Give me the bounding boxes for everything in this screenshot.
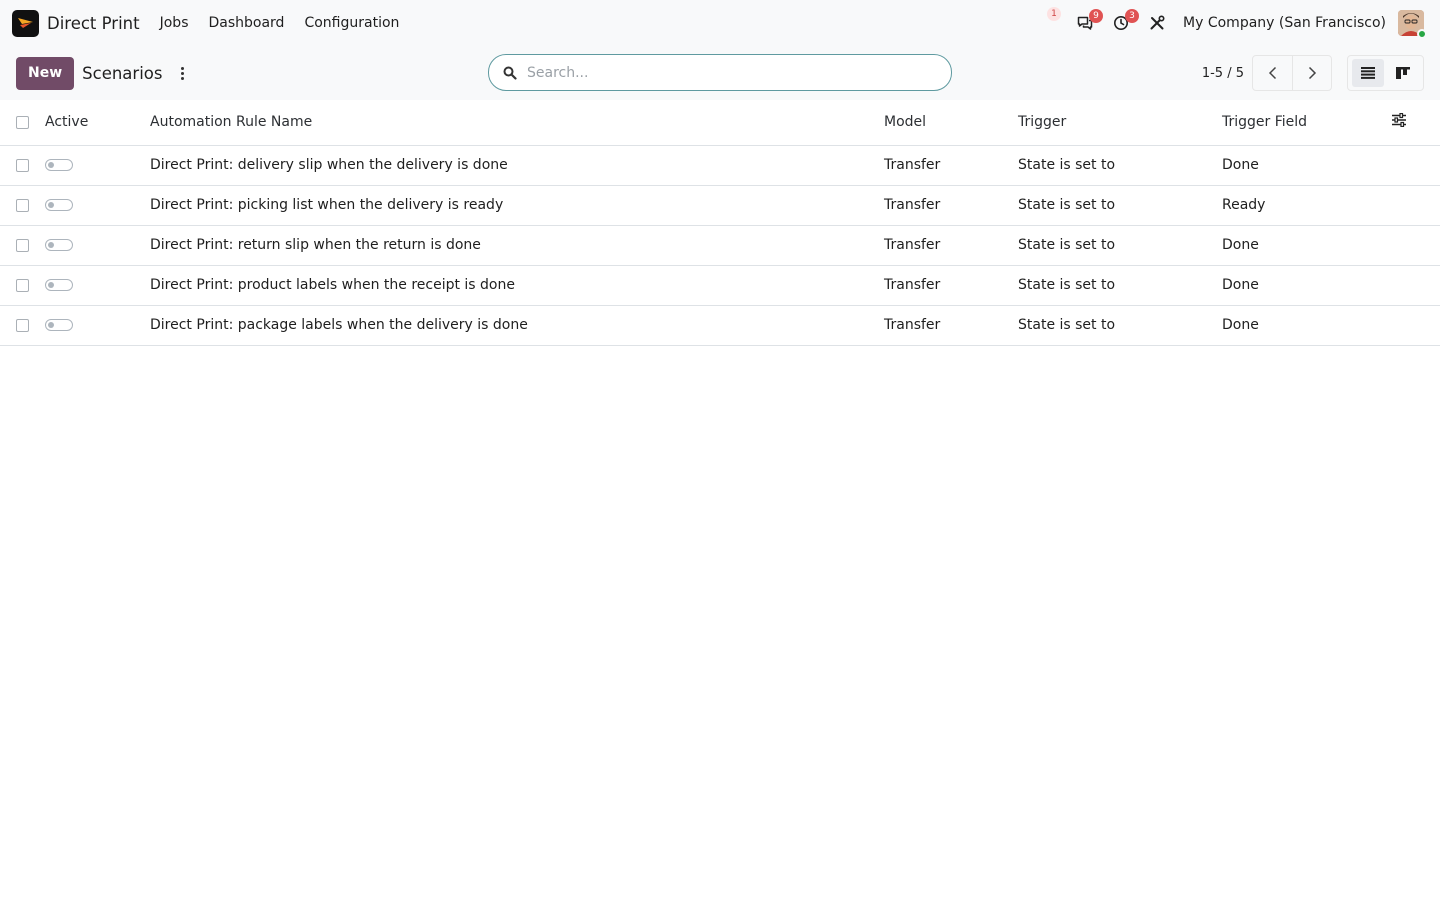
chevron-right-icon (1308, 66, 1317, 80)
header-name[interactable]: Automation Rule Name (150, 100, 884, 146)
app-logo-icon[interactable] (12, 9, 39, 37)
column-settings-icon[interactable] (1392, 113, 1407, 128)
rule-name-cell[interactable]: Direct Print: return slip when the retur… (150, 225, 884, 266)
row-checkbox[interactable] (16, 198, 29, 212)
trigger-field-cell[interactable]: Done (1222, 145, 1393, 186)
row-select-cell (0, 185, 45, 226)
active-cell (45, 305, 150, 346)
kanban-view-icon (1395, 67, 1410, 79)
active-toggle[interactable] (45, 199, 73, 211)
trigger-field-cell[interactable]: Done (1222, 225, 1393, 266)
search-input[interactable] (527, 64, 927, 81)
table-row[interactable]: Direct Print: delivery slip when the del… (0, 145, 1440, 186)
trigger-cell[interactable]: State is set to (1018, 185, 1222, 226)
active-cell (45, 265, 150, 306)
list-view-icon (1361, 67, 1376, 79)
table-row[interactable]: Direct Print: package labels when the de… (0, 305, 1440, 346)
row-checkbox[interactable] (16, 238, 29, 252)
row-select-cell (0, 265, 45, 306)
messages-badge: 9 (1089, 9, 1104, 23)
rule-name-cell[interactable]: Direct Print: package labels when the de… (150, 305, 884, 346)
row-end-cell (1392, 145, 1440, 186)
table-header-row: Active Automation Rule Name Model Trigge… (0, 100, 1440, 146)
column-settings-cell (1392, 100, 1440, 146)
active-toggle[interactable] (45, 159, 73, 171)
active-toggle[interactable] (45, 319, 73, 331)
rule-name-cell[interactable]: Direct Print: product labels when the re… (150, 265, 884, 306)
trigger-field-cell[interactable]: Done (1222, 305, 1393, 346)
table-row[interactable]: Direct Print: return slip when the retur… (0, 225, 1440, 266)
search-icon (503, 66, 517, 80)
row-checkbox[interactable] (16, 158, 29, 172)
row-checkbox[interactable] (16, 278, 29, 292)
header-trigger-field[interactable]: Trigger Field (1222, 100, 1393, 146)
notification-badge: 1 (1047, 7, 1062, 21)
activities-button[interactable]: 3 (1107, 9, 1140, 37)
trigger-cell[interactable]: State is set to (1018, 305, 1222, 346)
row-end-cell (1392, 185, 1440, 226)
row-end-cell (1392, 225, 1440, 266)
select-all-checkbox[interactable] (16, 115, 29, 129)
new-button[interactable]: New (16, 56, 75, 90)
chevron-left-icon (1268, 66, 1276, 80)
menu-configuration[interactable]: Configuration (304, 15, 399, 31)
rule-name-cell[interactable]: Direct Print: picking list when the deli… (150, 185, 884, 226)
tools-icon (1150, 15, 1165, 30)
trigger-cell[interactable]: State is set to (1018, 225, 1222, 266)
trigger-cell[interactable]: State is set to (1018, 145, 1222, 186)
row-select-cell (0, 305, 45, 346)
activities-badge: 3 (1125, 9, 1140, 23)
rule-name-cell[interactable]: Direct Print: delivery slip when the del… (150, 145, 884, 186)
model-cell[interactable]: Transfer (884, 305, 1018, 346)
top-navbar: Direct Print Jobs Dashboard Configuratio… (0, 0, 1440, 46)
select-all-cell (0, 100, 45, 146)
systray: 1 9 3 My Company (San Francisco) (1027, 0, 1427, 46)
row-select-cell (0, 225, 45, 266)
active-cell (45, 145, 150, 186)
online-status-dot (1417, 29, 1427, 39)
header-trigger[interactable]: Trigger (1018, 100, 1222, 146)
model-cell[interactable]: Transfer (884, 145, 1018, 186)
table-row[interactable]: Direct Print: picking list when the deli… (0, 185, 1440, 226)
control-panel: New Scenarios 1-5 / 5 (0, 46, 1440, 100)
table-row[interactable]: Direct Print: product labels when the re… (0, 265, 1440, 306)
row-end-cell (1392, 305, 1440, 346)
active-toggle[interactable] (45, 279, 73, 291)
active-toggle[interactable] (45, 239, 73, 251)
pager-buttons (1252, 55, 1332, 91)
row-end-cell (1392, 265, 1440, 306)
user-avatar[interactable] (1398, 10, 1427, 39)
model-cell[interactable]: Transfer (884, 265, 1018, 306)
active-cell (45, 225, 150, 266)
debug-tools-button[interactable] (1143, 9, 1171, 37)
pager-value[interactable]: 1-5 / 5 (1202, 46, 1244, 100)
automation-rules-table: Active Automation Rule Name Model Trigge… (0, 100, 1440, 346)
header-model[interactable]: Model (884, 100, 1018, 146)
menu-dashboard[interactable]: Dashboard (208, 15, 284, 31)
pager-next-button[interactable] (1292, 56, 1331, 90)
actions-menu-icon[interactable] (176, 63, 188, 83)
kanban-view-button[interactable] (1387, 59, 1419, 87)
active-cell (45, 185, 150, 226)
trigger-cell[interactable]: State is set to (1018, 265, 1222, 306)
messages-button[interactable]: 9 (1071, 9, 1104, 37)
notification-indicator[interactable]: 1 (1035, 7, 1063, 37)
page-title: Scenarios (82, 63, 163, 83)
model-cell[interactable]: Transfer (884, 225, 1018, 266)
model-cell[interactable]: Transfer (884, 185, 1018, 226)
trigger-field-cell[interactable]: Done (1222, 265, 1393, 306)
company-switcher[interactable]: My Company (San Francisco) (1183, 15, 1386, 31)
view-switcher (1347, 55, 1424, 91)
app-name[interactable]: Direct Print (47, 14, 140, 33)
row-checkbox[interactable] (16, 318, 29, 332)
row-select-cell (0, 145, 45, 186)
pager-previous-button[interactable] (1253, 56, 1292, 90)
menu-jobs[interactable]: Jobs (160, 15, 189, 31)
search-bar[interactable] (488, 54, 952, 91)
list-view-button[interactable] (1352, 59, 1385, 87)
header-active[interactable]: Active (45, 100, 150, 146)
trigger-field-cell[interactable]: Ready (1222, 185, 1393, 226)
